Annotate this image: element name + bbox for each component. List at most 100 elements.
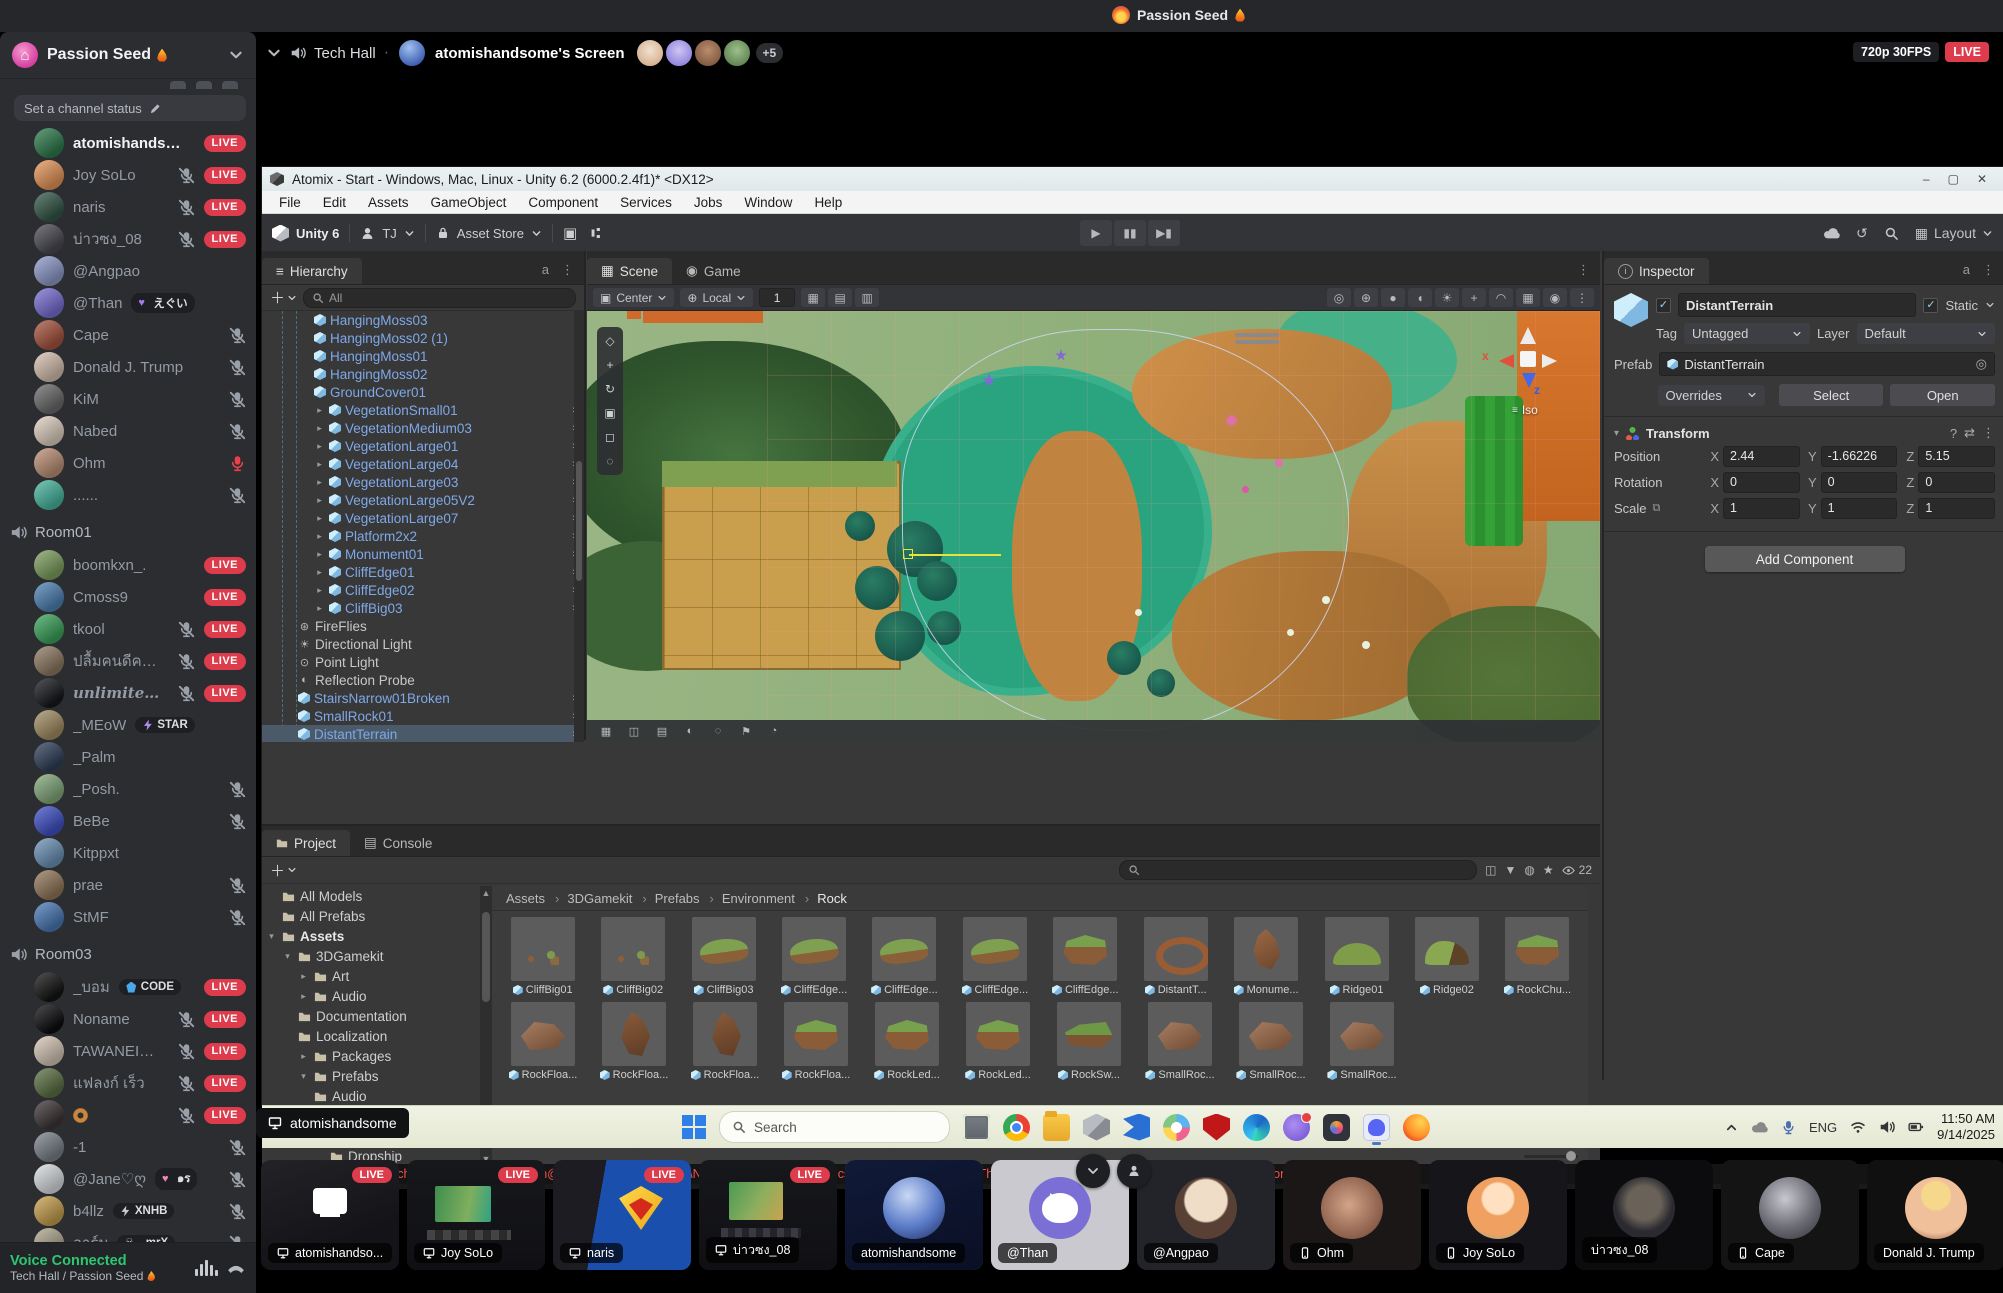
asset-item[interactable]: CliffEdge...	[1043, 917, 1128, 996]
hierarchy-item[interactable]: ▸ VegetationSmall01 ›	[262, 401, 584, 419]
favorite-icon[interactable]: ★	[1543, 863, 1554, 877]
transform-y-field[interactable]: 1	[1821, 498, 1898, 519]
asset-item[interactable]: CliffEdge...	[862, 917, 947, 996]
account-dropdown[interactable]: TJ	[360, 226, 414, 241]
add-gameobject-button[interactable]: ＋	[270, 287, 297, 308]
participant-tile[interactable]: LIVE Ohm	[1283, 1160, 1421, 1270]
hierarchy-item[interactable]: ▸ SmallRock01 ›	[262, 707, 584, 725]
transform-z-field[interactable]: 5.15	[1918, 446, 1995, 467]
taskbar-app-icon[interactable]	[1003, 1114, 1030, 1141]
voice-user-row[interactable]: Cape LIVE	[0, 319, 256, 351]
voice-user-row[interactable]: prae LIVE	[0, 869, 256, 901]
close-button[interactable]: ✕	[1977, 172, 1987, 186]
voice-user-row[interactable]: atomishandsome LIVE	[0, 127, 256, 159]
voice-user-row[interactable]: @Jane♡ღ ♥๑ร LIVE	[0, 1163, 256, 1195]
noise-suppression-icon[interactable]	[195, 1260, 218, 1276]
voice-user-row[interactable]: tkool LIVE	[0, 613, 256, 645]
breadcrumb-item[interactable]: 3DGamekit	[551, 891, 636, 906]
link-scale-icon[interactable]: ⧉	[1653, 502, 1661, 515]
grid-tool-button[interactable]: ▥	[855, 288, 879, 307]
voice-user-row[interactable]: TAWANEIEIEIO... LIVE	[0, 1035, 256, 1067]
menu-item[interactable]: Edit	[314, 193, 355, 212]
help-icon[interactable]: ?	[1950, 426, 1957, 441]
clock[interactable]: 11:50 AM 9/14/2025	[1937, 1111, 1995, 1144]
create-asset-button[interactable]: ＋	[270, 860, 297, 881]
asset-item[interactable]: RockFloa...	[682, 1002, 768, 1081]
scene-view-option-button[interactable]: ◖	[1408, 288, 1432, 307]
menu-item[interactable]: Services	[611, 193, 681, 212]
step-button[interactable]: ▶▮	[1148, 220, 1180, 246]
scene-bottom-button[interactable]: ◐	[677, 723, 703, 740]
layer-dropdown[interactable]: Default	[1857, 323, 1996, 344]
scene-tool-button[interactable]: ▣	[599, 402, 621, 424]
taskbar-app-icon[interactable]	[1083, 1114, 1110, 1141]
import-icon[interactable]: ▼	[1505, 863, 1517, 877]
scene-view-option-button[interactable]: +	[1462, 288, 1486, 307]
asset-item[interactable]: RockSw...	[1046, 1002, 1132, 1081]
scene-tool-button[interactable]: ◇	[599, 330, 621, 352]
participants-button[interactable]	[1117, 1154, 1151, 1188]
folder-row[interactable]: ▾▸ Audio	[262, 986, 480, 1006]
voice-user-row[interactable]: Noname LIVE	[0, 1003, 256, 1035]
move-gizmo-handle[interactable]	[903, 549, 913, 559]
transform-z-field[interactable]: 1	[1918, 498, 1995, 519]
info-icon[interactable]: ◍	[1524, 863, 1534, 877]
maximize-button[interactable]: ▢	[1948, 172, 1959, 186]
asset-store-dropdown[interactable]: Asset Store	[436, 226, 542, 241]
asset-item[interactable]: RockFloa...	[591, 1002, 677, 1081]
onedrive-icon[interactable]	[1751, 1119, 1768, 1136]
tab-game[interactable]: ◉ Game	[672, 258, 755, 284]
voice-user-row[interactable]: unlimited uni... LIVE	[0, 677, 256, 709]
scene-view-option-button[interactable]: ◉	[1543, 288, 1567, 307]
pivot-dropdown[interactable]: ▣ Center	[593, 288, 674, 307]
hierarchy-item[interactable]: ▸ Monument01 ›	[262, 545, 584, 563]
presets-icon[interactable]: ⇄	[1964, 425, 1975, 441]
voice-user-row[interactable]: _บอม CODE LIVE	[0, 971, 256, 1003]
gameobject-name-field[interactable]: DistantTerrain	[1678, 293, 1916, 317]
breadcrumb-item[interactable]: Assets	[502, 891, 549, 906]
voice-user-row[interactable]: @Than ♥えぐい LIVE	[0, 287, 256, 319]
scene-bottom-button[interactable]: ▤	[649, 723, 675, 740]
menu-item[interactable]: Window	[735, 193, 801, 212]
folder-row[interactable]: ▾▸ Documentation	[262, 1006, 480, 1026]
voice-user-row[interactable]: _MEoW STAR LIVE	[0, 709, 256, 741]
taskbar-app-icon[interactable]	[1283, 1114, 1310, 1141]
hierarchy-item[interactable]: ▸ GroundCover01 ›	[262, 383, 584, 401]
orientation-dropdown[interactable]: ⊕ Local	[680, 288, 753, 307]
folder-row[interactable]: ▾▸ All Models	[262, 886, 480, 906]
asset-item[interactable]: CliffBig03	[681, 917, 766, 996]
participant-tile[interactable]: LIVE Cape	[1721, 1160, 1859, 1270]
asset-item[interactable]: SmallRoc...	[1137, 1002, 1223, 1081]
participant-tile[interactable]: LIVE naris	[553, 1160, 691, 1270]
taskbar-app-icon[interactable]	[1203, 1114, 1230, 1141]
language-indicator[interactable]: ENG	[1809, 1120, 1837, 1135]
taskbar-app-icon[interactable]	[1403, 1114, 1430, 1141]
participant-tile[interactable]: LIVE atomishandsome	[845, 1160, 983, 1270]
voice-user-row[interactable]: boomkxn_. LIVE	[0, 549, 256, 581]
hierarchy-scrollbar[interactable]	[574, 311, 584, 742]
orientation-gizmo[interactable]: x z	[1482, 317, 1572, 403]
hidden-count[interactable]: 22	[1562, 863, 1592, 877]
taskbar-app-icon[interactable]	[1043, 1114, 1070, 1141]
taskbar-search[interactable]: Search	[719, 1111, 950, 1143]
undo-history-icon[interactable]: ↺	[1856, 225, 1868, 242]
microphone-tray-icon[interactable]	[1781, 1120, 1796, 1135]
voice-user-row[interactable]: b4llz XNHB LIVE	[0, 1195, 256, 1227]
participant-tile[interactable]: LIVE atomishandso...	[261, 1160, 399, 1270]
tab-inspector[interactable]: i Inspector	[1604, 258, 1709, 284]
asset-item[interactable]: RockLed...	[864, 1002, 950, 1081]
voice-user-row[interactable]: StMF LIVE	[0, 901, 256, 933]
participant-tile[interactable]: LIVE Donald J. Trump	[1867, 1160, 2003, 1270]
hierarchy-item[interactable]: ▸ VegetationLarge04 ›	[262, 455, 584, 473]
scene-tool-button[interactable]: ◌	[599, 450, 621, 472]
folder-row[interactable]: ▾▸ All Prefabs	[262, 906, 480, 926]
hierarchy-item[interactable]: ▸ VegetationLarge05V2 ›	[262, 491, 584, 509]
folder-row[interactable]: ▾▸ Packages	[262, 1046, 480, 1066]
taskbar-app-icon[interactable]	[963, 1114, 990, 1141]
kebab-menu-icon[interactable]: ⋮	[1982, 425, 1995, 441]
add-component-button[interactable]: Add Component	[1705, 546, 1905, 572]
transform-x-field[interactable]: 0	[1723, 472, 1800, 493]
scene-tool-button[interactable]: ↻	[599, 378, 621, 400]
folder-row[interactable]: ▾▸ Localization	[262, 1026, 480, 1046]
taskbar-app-icon[interactable]	[1123, 1114, 1150, 1141]
